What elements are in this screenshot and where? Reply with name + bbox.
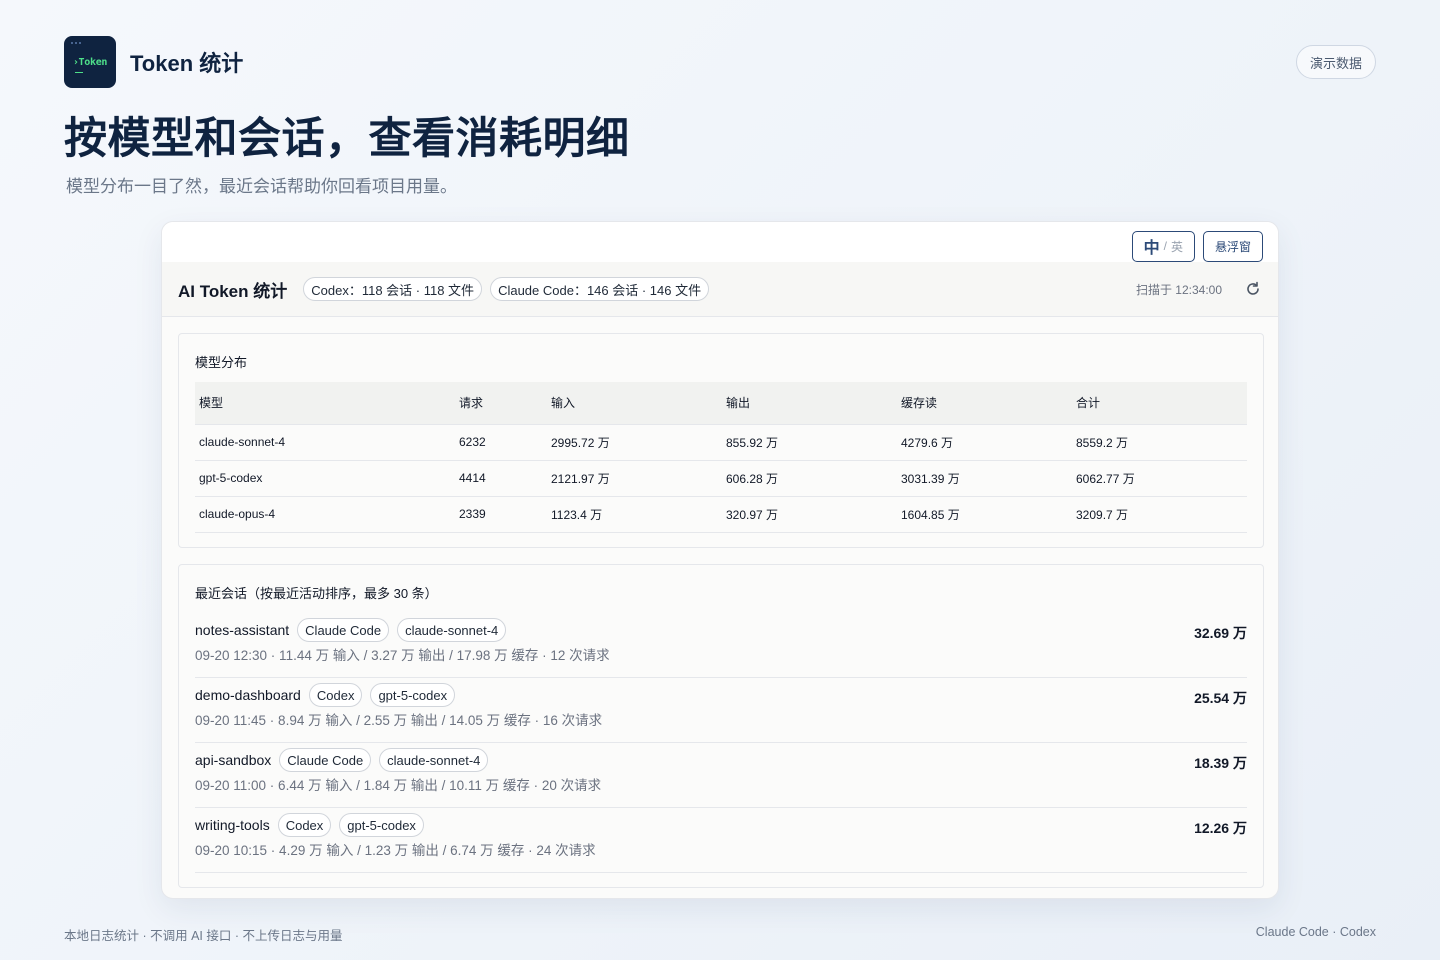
session-model-badge: claude-sonnet-4 bbox=[379, 748, 489, 772]
column-header: 合计 bbox=[1072, 382, 1247, 425]
table-row: claude-sonnet-4 6232 2995.72 万 855.92 万 … bbox=[195, 424, 1247, 461]
app-logo-icon: ›Token bbox=[64, 36, 116, 88]
session-item[interactable]: notes-assistant Claude Code claude-sonne… bbox=[195, 613, 1247, 678]
page-subheadline: 模型分布一目了然，最近会话帮助你回看项目用量。 bbox=[66, 177, 457, 196]
lang-zh: 中 bbox=[1143, 240, 1160, 257]
table-cell: 6232 bbox=[455, 424, 547, 461]
column-header: 请求 bbox=[455, 382, 547, 425]
lang-en: 英 bbox=[1170, 239, 1183, 254]
column-header: 模型 bbox=[195, 382, 455, 425]
table-cell: 4414 bbox=[455, 460, 547, 497]
footer-sources: Claude Code · Codex bbox=[1255, 925, 1376, 939]
table-cell: 855.92 万 bbox=[722, 424, 897, 461]
table-cell: 2339 bbox=[455, 496, 547, 533]
demo-data-button[interactable]: 演示数据 bbox=[1295, 45, 1376, 79]
session-source-badge: Claude Code bbox=[297, 618, 390, 642]
app-title: Token 统计 bbox=[130, 51, 244, 76]
table-row: gpt-5-codex 4414 2121.97 万 606.28 万 3031… bbox=[195, 460, 1247, 497]
model-distribution-panel: 模型分布 模型 请求 输入 输出 缓存读 合计 claude-sonnet-4 … bbox=[178, 333, 1264, 548]
stats-header: AI Token 统计 Codex：118 会话 · 118 文件 Claude… bbox=[162, 262, 1278, 317]
session-model-badge: claude-sonnet-4 bbox=[397, 618, 507, 642]
table-cell: 4279.6 万 bbox=[897, 424, 1072, 461]
page-headline: 按模型和会话，查看消耗明细 bbox=[64, 115, 630, 163]
session-meta: 09-20 11:45 · 8.94 万 输入 / 2.55 万 输出 / 14… bbox=[195, 713, 603, 728]
session-total: 18.39 万 bbox=[1194, 755, 1247, 771]
model-distribution-title: 模型分布 bbox=[195, 355, 248, 370]
session-name: notes-assistant bbox=[195, 622, 290, 638]
table-cell: claude-sonnet-4 bbox=[195, 424, 455, 461]
table-cell: gpt-5-codex bbox=[195, 460, 455, 497]
table-cell: 6062.77 万 bbox=[1072, 460, 1247, 497]
scan-time: 扫描于 12:34:00 bbox=[1135, 282, 1222, 297]
session-source-badge: Claude Code bbox=[279, 748, 372, 772]
table-cell: 606.28 万 bbox=[722, 460, 897, 497]
session-total: 12.26 万 bbox=[1194, 820, 1247, 836]
claude-summary-badge: Claude Code：146 会话 · 146 文件 bbox=[490, 277, 710, 301]
floating-window-button[interactable]: 悬浮窗 bbox=[1202, 230, 1263, 262]
session-model-badge: gpt-5-codex bbox=[339, 813, 424, 837]
lang-separator: / bbox=[1163, 239, 1167, 253]
table-row: claude-opus-4 2339 1123.4 万 320.97 万 160… bbox=[195, 496, 1247, 533]
logo-text: ›Token bbox=[72, 56, 108, 68]
session-meta: 09-20 11:00 · 6.44 万 输入 / 1.84 万 输出 / 10… bbox=[195, 778, 602, 793]
table-cell: claude-opus-4 bbox=[195, 496, 455, 533]
session-total: 25.54 万 bbox=[1194, 690, 1247, 706]
language-toggle[interactable]: 中 / 英 bbox=[1131, 230, 1195, 262]
table-cell: 1604.85 万 bbox=[897, 496, 1072, 533]
stats-window: 中 / 英 悬浮窗 AI Token 统计 Codex：118 会话 · 118… bbox=[161, 221, 1279, 899]
stats-title: AI Token 统计 bbox=[178, 281, 288, 301]
recent-sessions-panel: 最近会话（按最近活动排序，最多 30 条） notes-assistant Cl… bbox=[178, 564, 1264, 888]
table-cell: 3209.7 万 bbox=[1072, 496, 1247, 533]
column-header: 输出 bbox=[722, 382, 897, 425]
top-bar: ›Token Token 统计 演示数据 bbox=[64, 36, 1376, 88]
table-cell: 3031.39 万 bbox=[897, 460, 1072, 497]
footer-privacy-note: 本地日志统计 · 不调用 AI 接口 · 不上传日志与用量 bbox=[64, 929, 343, 943]
window-toolbar: 中 / 英 悬浮窗 bbox=[162, 222, 1278, 262]
column-header: 输入 bbox=[547, 382, 722, 425]
table-cell: 2995.72 万 bbox=[547, 424, 722, 461]
session-item[interactable]: demo-dashboard Codex gpt-5-codex 09-20 1… bbox=[195, 678, 1247, 743]
table-cell: 2121.97 万 bbox=[547, 460, 722, 497]
recent-sessions-title: 最近会话（按最近活动排序，最多 30 条） bbox=[195, 586, 438, 601]
refresh-icon[interactable] bbox=[1244, 280, 1262, 298]
table-cell: 1123.4 万 bbox=[547, 496, 722, 533]
session-name: writing-tools bbox=[195, 817, 270, 833]
session-name: api-sandbox bbox=[195, 752, 272, 768]
session-list: notes-assistant Claude Code claude-sonne… bbox=[195, 613, 1247, 873]
codex-summary-badge: Codex：118 会话 · 118 文件 bbox=[303, 277, 483, 301]
table-cell: 320.97 万 bbox=[722, 496, 897, 533]
session-source-badge: Codex bbox=[277, 813, 332, 837]
column-header: 缓存读 bbox=[897, 382, 1072, 425]
model-table: 模型 请求 输入 输出 缓存读 合计 claude-sonnet-4 6232 … bbox=[195, 382, 1247, 533]
session-item[interactable]: api-sandbox Claude Code claude-sonnet-4 … bbox=[195, 743, 1247, 808]
session-source-badge: Codex bbox=[308, 683, 363, 707]
session-total: 32.69 万 bbox=[1194, 625, 1247, 641]
session-item[interactable]: writing-tools Codex gpt-5-codex 09-20 10… bbox=[195, 808, 1247, 873]
session-model-badge: gpt-5-codex bbox=[370, 683, 456, 707]
session-meta: 09-20 10:15 · 4.29 万 输入 / 1.23 万 输出 / 6.… bbox=[195, 843, 596, 858]
session-meta: 09-20 12:30 · 11.44 万 输入 / 3.27 万 输出 / 1… bbox=[195, 648, 610, 663]
session-name: demo-dashboard bbox=[195, 687, 301, 703]
table-header-row: 模型 请求 输入 输出 缓存读 合计 bbox=[195, 382, 1247, 425]
table-cell: 8559.2 万 bbox=[1072, 424, 1247, 461]
